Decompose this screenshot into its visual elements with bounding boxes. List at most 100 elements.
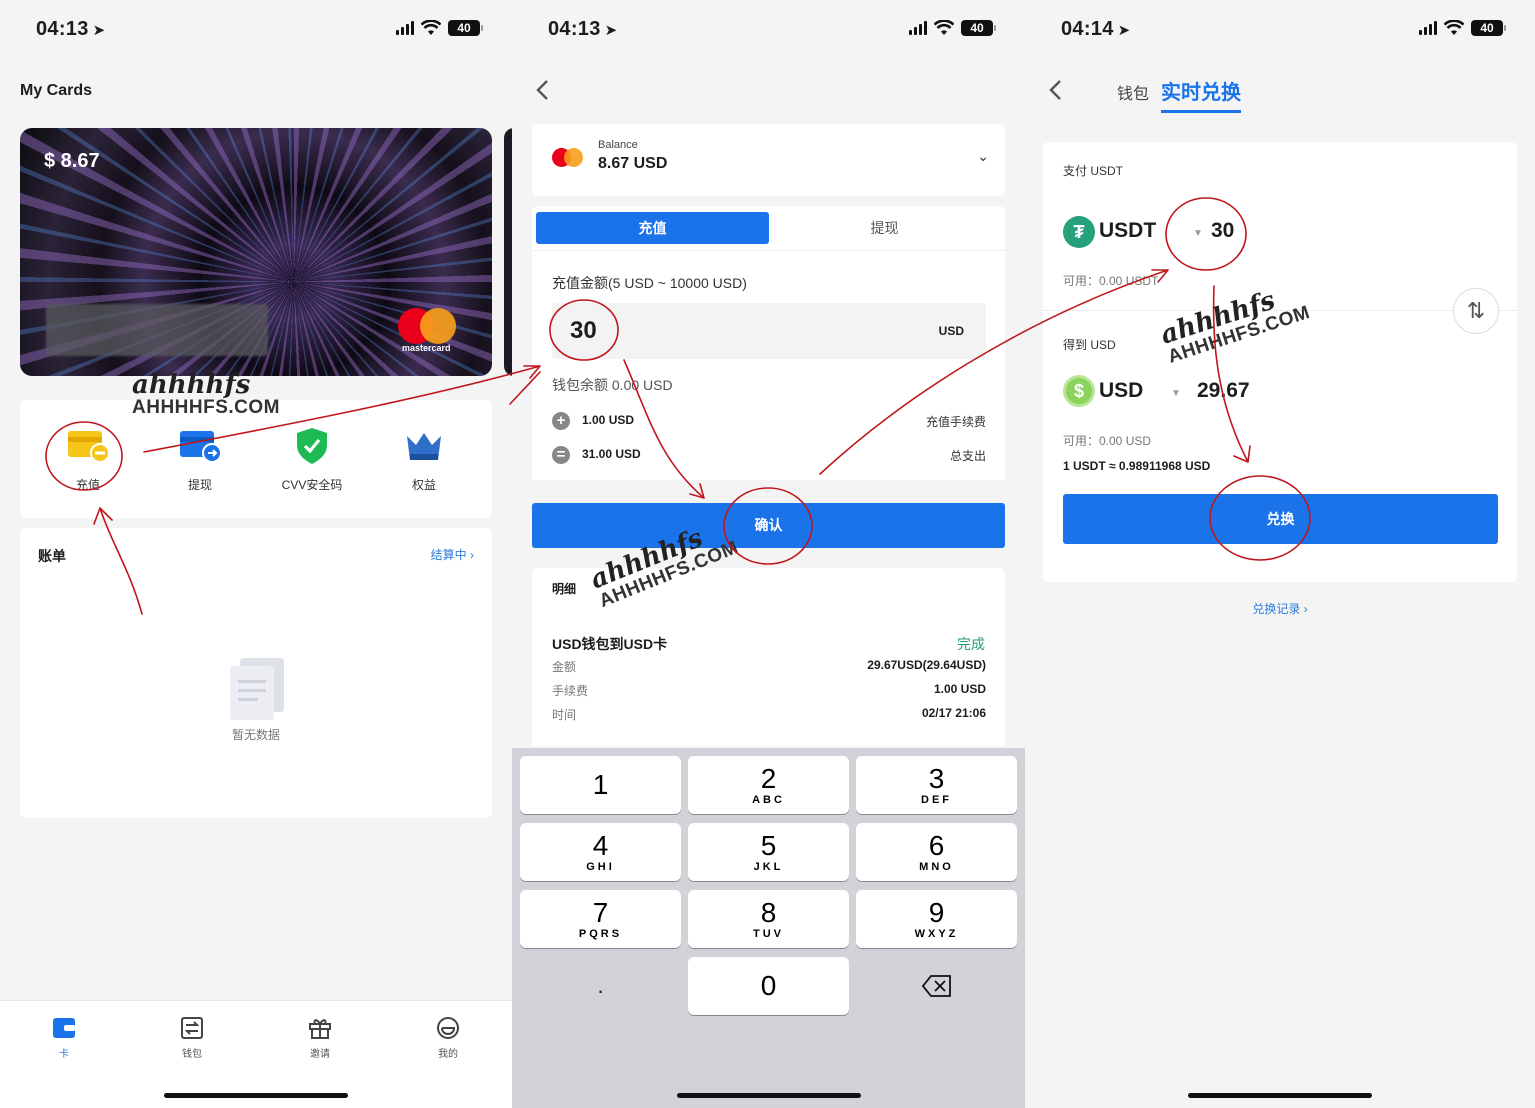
tab-card-label: 卡 <box>59 1049 69 1060</box>
card-brand: mastercard <box>402 343 451 353</box>
tab-exchange[interactable]: 实时兑换 <box>1161 76 1241 105</box>
usd-coin-icon: $ <box>1063 375 1095 407</box>
mastercard-logo: mastercard <box>398 308 458 353</box>
tab-invite[interactable]: 邀请 <box>290 1015 350 1060</box>
backspace-icon <box>921 975 951 997</box>
exchange-button[interactable]: 兑换 <box>1063 494 1498 544</box>
home-indicator <box>676 1093 861 1098</box>
fee-label: 充值手续费 <box>925 415 986 429</box>
action-cvv-label: CVV安全码 <box>281 478 343 492</box>
caret-down-icon: ▼ <box>1171 388 1181 399</box>
pay-amount-input[interactable]: 30 <box>1211 219 1234 243</box>
status-bar: 04:13 ➤ 40 <box>512 14 1025 44</box>
get-amount: 29.67 <box>1197 379 1250 402</box>
bank-card[interactable]: $ 8.67 mastercard <box>20 128 492 376</box>
action-topup[interactable]: 充值 <box>38 426 138 493</box>
watermark: ahhhhfs AHHHHFS.COM <box>132 372 280 417</box>
home-indicator <box>164 1093 348 1098</box>
status-icons: 40 <box>1419 20 1506 36</box>
status-bar: 04:14 ➤ 40 <box>1025 14 1535 44</box>
key-7[interactable]: 7 PQRS <box>520 890 681 948</box>
caret-down-icon: ▼ <box>1193 228 1203 239</box>
detail-key: 手续费 <box>552 684 589 698</box>
crown-icon <box>374 426 474 466</box>
battery-icon: 40 <box>961 20 996 36</box>
key-8[interactable]: 8 TUV <box>688 890 849 948</box>
mode-segmented-control: 充值 提现 <box>532 206 1005 250</box>
tab-me-label: 我的 <box>438 1049 458 1060</box>
watermark-domain: AHHHHFS.COM <box>132 397 280 418</box>
chevron-right-icon: › <box>470 548 474 562</box>
status-bar: 04:13 ➤ 40 <box>0 14 512 44</box>
watermark-script: ahhhhfs <box>132 370 251 400</box>
confirm-button[interactable]: 确认 <box>532 503 1005 548</box>
status-time: 04:13 ➤ <box>548 18 618 40</box>
wifi-icon <box>934 20 954 35</box>
action-withdraw-label: 提现 <box>187 478 212 492</box>
panel-exchange: 04:14 ➤ 40 钱包 实时兑换 支付 USDT ₮ USDT ▼ 30 可用… <box>1025 0 1535 1108</box>
card-balance: $ 8.67 <box>44 150 100 172</box>
key-5[interactable]: 5 JKL <box>688 823 849 881</box>
bill-title: 账单 <box>38 548 66 564</box>
status-time: 04:14 ➤ <box>1061 18 1131 40</box>
back-arrow-icon[interactable] <box>1045 78 1069 102</box>
amount-value: 30 <box>570 317 597 344</box>
bottom-tab-bar: 卡 钱包 邀请 我的 <box>0 1000 512 1108</box>
action-topup-label: 充值 <box>75 478 100 492</box>
signal-icon <box>909 21 927 35</box>
tab-invite-label: 邀请 <box>310 1049 330 1060</box>
exchange-rate: 1 USDT ≈ 0.98911968 USD <box>1063 459 1211 473</box>
total-row: = 31.00 USD 总支出 <box>552 445 986 465</box>
withdraw-icon <box>150 426 250 466</box>
tab-me[interactable]: 我的 <box>418 1015 478 1060</box>
backspace-key[interactable] <box>856 957 1017 1015</box>
amount-input[interactable]: 30 USD <box>552 303 986 359</box>
tab-card[interactable]: 卡 <box>34 1015 94 1060</box>
action-benefits[interactable]: 权益 <box>374 426 474 493</box>
key-2[interactable]: 2 ABC <box>688 756 849 814</box>
tab-wallet[interactable]: 钱包 <box>1117 80 1149 104</box>
status-time: 04:13 ➤ <box>36 18 106 40</box>
get-available: 可用：0.00 USD <box>1063 434 1152 448</box>
card-number-redacted <box>46 304 268 356</box>
shield-check-icon <box>262 426 362 466</box>
detail-name: USD钱包到USD卡 <box>552 636 668 652</box>
exchange-history-link[interactable]: 兑换记录 › <box>1025 600 1535 617</box>
key-4[interactable]: 4 GHI <box>520 823 681 881</box>
back-arrow-icon[interactable] <box>532 78 556 102</box>
key-1[interactable]: 1 <box>520 756 681 814</box>
fee-value: 1.00 USD <box>582 413 635 427</box>
balance-label: Balance <box>598 139 638 151</box>
fee-row: + 1.00 USD 充值手续费 <box>552 411 986 431</box>
action-withdraw[interactable]: 提现 <box>150 426 250 493</box>
tab-withdraw[interactable]: 提现 <box>768 212 1001 244</box>
empty-state-text: 暂无数据 <box>231 728 280 742</box>
key-6[interactable]: 6 MNO <box>856 823 1017 881</box>
get-coin-selector[interactable]: USD <box>1099 379 1143 403</box>
wallet-tab-icon <box>162 1015 222 1041</box>
next-card-peek[interactable] <box>504 128 512 376</box>
key-decimal[interactable]: . <box>520 957 681 1015</box>
status-icons: 40 <box>396 20 483 36</box>
key-3[interactable]: 3 DEF <box>856 756 1017 814</box>
pay-label: 支付 USDT <box>1063 164 1124 178</box>
card-selector[interactable]: Balance 8.67 USD ⌄ <box>532 124 1005 196</box>
bill-more-link[interactable]: 结算中 › <box>431 546 474 563</box>
location-arrow-icon: ➤ <box>604 22 618 39</box>
location-arrow-icon: ➤ <box>1117 22 1131 39</box>
tab-wallet[interactable]: 钱包 <box>162 1015 222 1060</box>
action-cvv[interactable]: CVV安全码 <box>262 426 362 493</box>
key-0[interactable]: 0 <box>688 957 849 1015</box>
pay-coin-selector[interactable]: USDT <box>1099 219 1156 243</box>
topup-icon <box>38 426 138 466</box>
empty-document-icon <box>230 658 284 720</box>
status-badge: 完成 <box>957 636 985 652</box>
tab-topup[interactable]: 充值 <box>536 212 769 244</box>
mastercard-logo <box>552 148 584 168</box>
detail-title: 明细 <box>552 582 577 596</box>
swap-direction-icon[interactable]: ⇅ <box>1453 288 1499 334</box>
wifi-icon <box>1444 20 1464 35</box>
bill-section: 账单 结算中 › 暂无数据 <box>20 528 492 818</box>
key-9[interactable]: 9 WXYZ <box>856 890 1017 948</box>
panel-my-cards: 04:13 ➤ 40 My Cards $ 8.67 mastercard 充值… <box>0 0 512 1108</box>
